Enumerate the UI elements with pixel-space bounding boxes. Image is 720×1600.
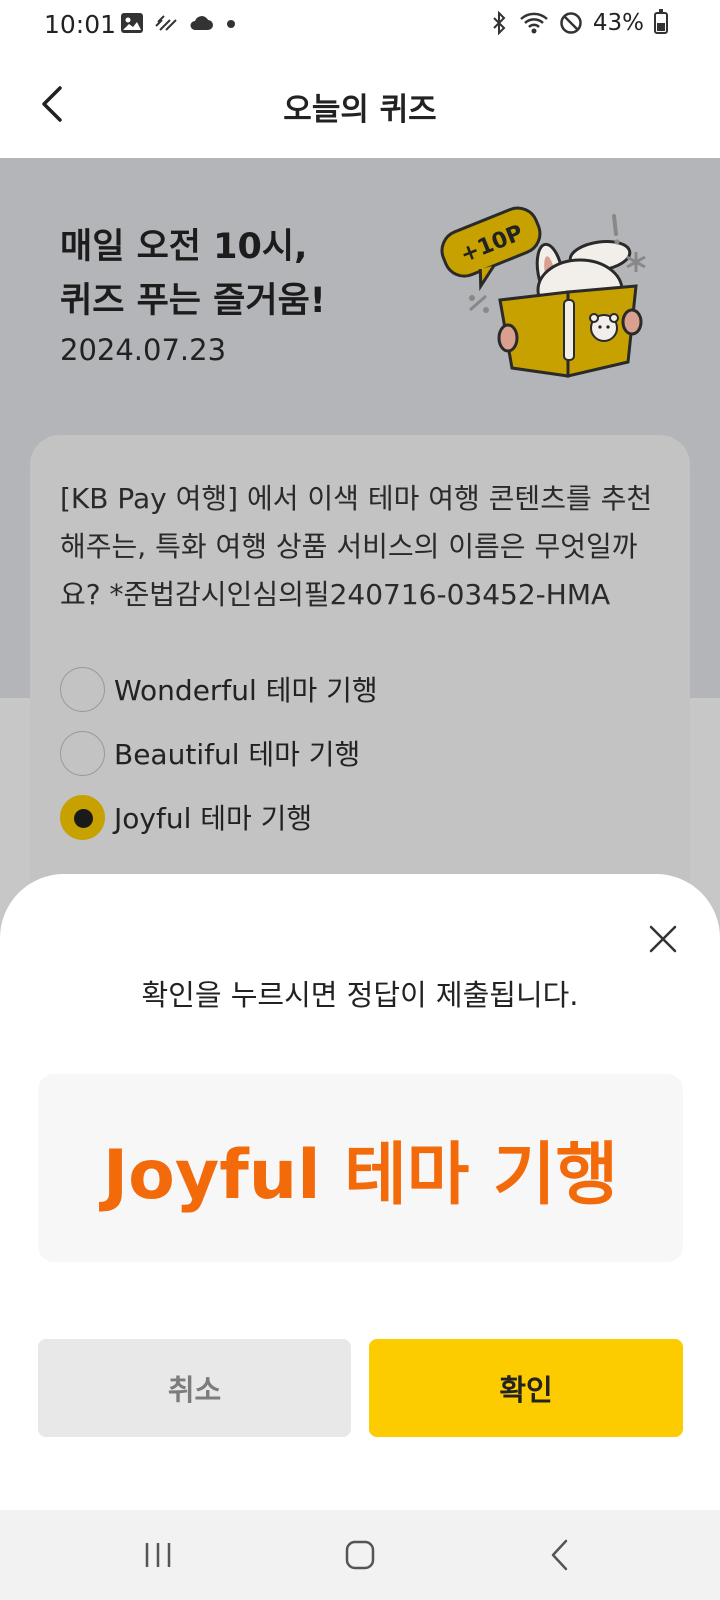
answer-option-joyful[interactable]: Joyful 테마 기행: [60, 785, 378, 849]
dot-icon: [227, 20, 235, 28]
answer-options: Wonderful 테마 기행 Beautiful 테마 기행 Joyful 테…: [60, 657, 378, 849]
quiz-question: [KB Pay 여행] 에서 이색 테마 여행 콘텐츠를 추천해주는, 특화 여…: [60, 482, 653, 611]
status-bar: 10:01 43%: [0, 0, 720, 52]
selected-answer-text: Joyful 테마 기행: [102, 1135, 619, 1215]
radio-button[interactable]: [60, 730, 105, 776]
answer-option-beautiful[interactable]: Beautiful 테마 기행: [60, 721, 378, 785]
selected-answer-box: Joyful 테마 기행: [38, 1074, 683, 1262]
answer-option-label: Wonderful 테마 기행: [114, 674, 378, 707]
status-left-icons: [120, 12, 238, 34]
gallery-icon: [121, 13, 143, 33]
hero-title-line1: 매일 오전 10시,: [60, 227, 308, 267]
home-button[interactable]: [330, 1530, 390, 1580]
quiz-date: 2024.07.23: [60, 333, 227, 367]
recent-apps-button[interactable]: [128, 1530, 188, 1580]
radio-button-selected[interactable]: [60, 794, 105, 840]
submit-notice: 확인을 누르시면 정답이 제출됩니다.: [141, 978, 579, 1012]
wifi-icon: [520, 12, 548, 34]
confirm-bottom-sheet: 확인을 누르시면 정답이 제출됩니다. Joyful 테마 기행 취소 확인: [0, 874, 720, 1510]
do-not-disturb-icon: [560, 12, 582, 34]
page-title: 오늘의 퀴즈: [283, 92, 437, 128]
answer-option-label: Joyful 테마 기행: [114, 802, 313, 835]
header: 오늘의 퀴즈: [0, 52, 720, 158]
radio-button[interactable]: [60, 666, 105, 712]
status-time: 10:01: [44, 10, 117, 39]
nav-back-button[interactable]: [530, 1530, 590, 1580]
rabbit-reading-illustration: +10P: [440, 206, 646, 378]
bluetooth-icon: [493, 11, 506, 35]
recent-apps-icon: [145, 1543, 171, 1567]
close-button[interactable]: [644, 920, 682, 958]
answer-option-wonderful[interactable]: Wonderful 테마 기행: [60, 657, 378, 721]
confirm-button[interactable]: 확인: [369, 1339, 683, 1437]
status-right: 43%: [489, 9, 668, 36]
back-icon: [551, 1539, 568, 1571]
cancel-button[interactable]: 취소: [38, 1339, 351, 1437]
home-icon: [345, 1540, 375, 1570]
pattern-icon: [155, 15, 177, 31]
battery-icon: [654, 9, 668, 34]
app-root: 10:01 43% 오늘의 퀴즈 매일 오전 10시, 퀴즈 푸는 즐거움! 2…: [0, 0, 720, 1600]
system-nav-bar: [0, 1510, 720, 1600]
battery-percent: 43%: [592, 10, 644, 36]
cloud-icon: [190, 16, 213, 30]
hero-title: 매일 오전 10시, 퀴즈 푸는 즐거움!: [60, 220, 326, 328]
hero-title-line2: 퀴즈 푸는 즐거움!: [60, 281, 326, 321]
close-icon: [649, 925, 677, 953]
answer-option-label: Beautiful 테마 기행: [114, 738, 361, 771]
